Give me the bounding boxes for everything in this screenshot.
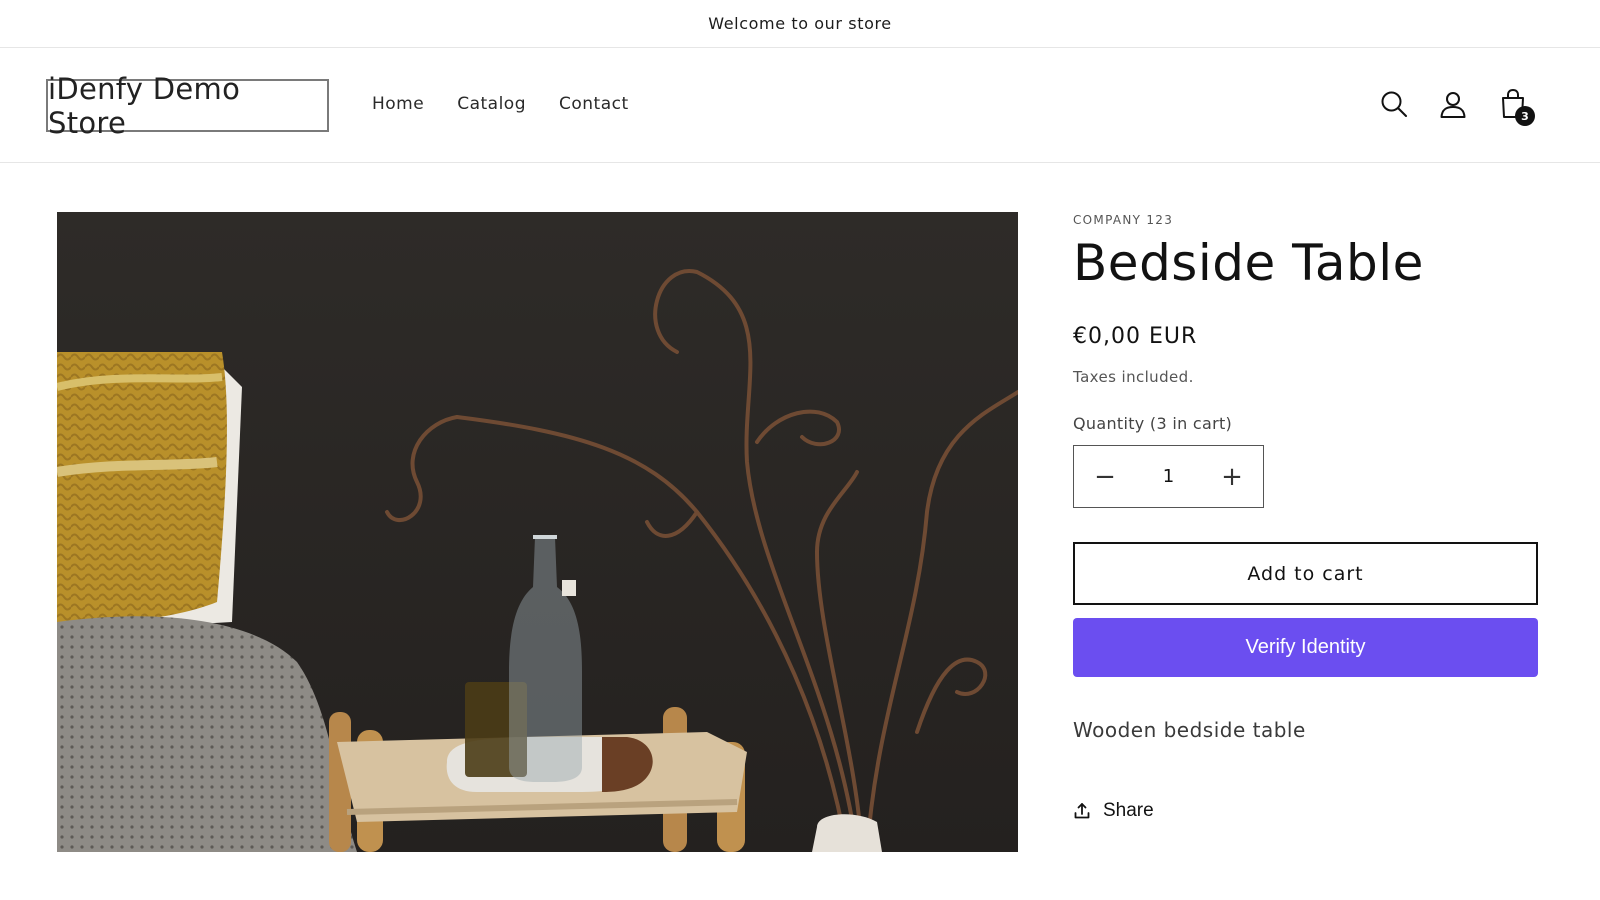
share-label: Share: [1103, 800, 1154, 821]
tax-note: Taxes included.: [1073, 368, 1194, 386]
product-description: Wooden bedside table: [1073, 718, 1306, 742]
verify-identity-button[interactable]: Verify Identity: [1073, 618, 1538, 677]
product-price: €0,00 EUR: [1073, 324, 1198, 349]
bedside-table-photo: [57, 212, 1018, 852]
nav-contact-link[interactable]: Contact: [559, 94, 629, 114]
nav-home-link[interactable]: Home: [372, 94, 424, 114]
main-nav: Home Catalog Contact: [372, 94, 629, 114]
quantity-decrease-button[interactable]: −: [1074, 446, 1136, 507]
account-icon: [1440, 92, 1466, 118]
quantity-label: Quantity (3 in cart): [1073, 414, 1233, 433]
quantity-input[interactable]: 1: [1136, 466, 1201, 487]
search-button[interactable]: [1374, 84, 1414, 124]
site-header: iDenfy Demo Store Home Catalog Contact 3: [0, 48, 1600, 163]
announcement-text: Welcome to our store: [708, 14, 892, 33]
quantity-increase-button[interactable]: +: [1201, 446, 1263, 507]
share-icon: [1074, 803, 1090, 819]
product-title: Bedside Table: [1073, 234, 1424, 292]
product-vendor: COMPANY 123: [1073, 213, 1174, 227]
quantity-stepper: − 1 +: [1073, 445, 1264, 508]
share-button[interactable]: Share: [1073, 800, 1154, 822]
cart-count-badge: 3: [1515, 106, 1535, 126]
cart-button[interactable]: 3: [1493, 84, 1535, 126]
nav-catalog-link[interactable]: Catalog: [457, 94, 526, 114]
search-icon: [1381, 91, 1407, 117]
store-logo[interactable]: iDenfy Demo Store: [46, 72, 329, 140]
announcement-bar: Welcome to our store: [0, 0, 1600, 48]
account-button[interactable]: [1433, 84, 1473, 124]
product-image[interactable]: [57, 212, 1018, 852]
add-to-cart-button[interactable]: Add to cart: [1073, 542, 1538, 605]
